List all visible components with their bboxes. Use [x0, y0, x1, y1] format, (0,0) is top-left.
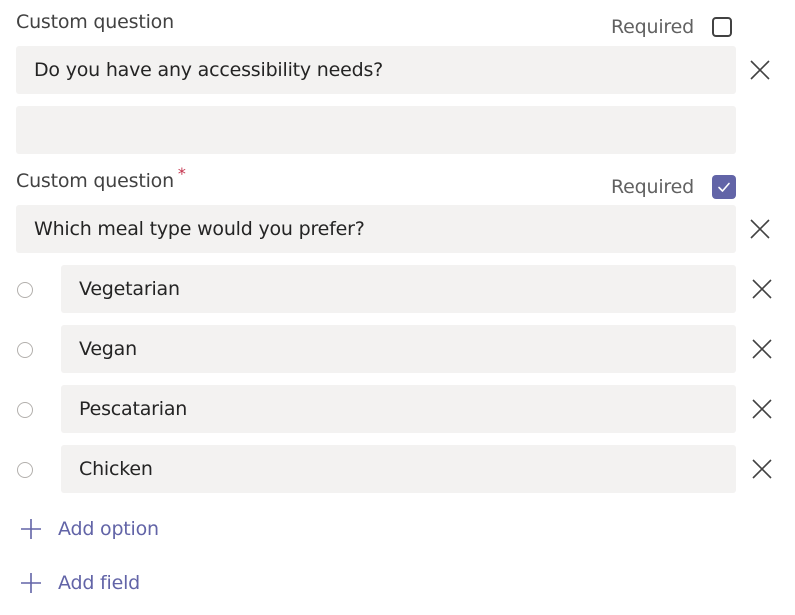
option-2-input[interactable]: Vegan	[61, 325, 736, 373]
remove-option-4-button[interactable]	[750, 457, 774, 481]
remove-option-3-button[interactable]	[750, 397, 774, 421]
remove-question-2-button[interactable]	[748, 217, 772, 241]
question-1-answer-input[interactable]	[16, 106, 736, 154]
option-3-radio[interactable]	[17, 402, 33, 418]
option-1-radio[interactable]	[17, 282, 33, 298]
option-2-radio[interactable]	[17, 342, 33, 358]
option-3-input[interactable]: Pescatarian	[61, 385, 736, 433]
option-4-value: Chicken	[79, 458, 153, 480]
close-icon	[752, 339, 772, 359]
add-option-button[interactable]: Add option	[0, 518, 159, 540]
add-option-label: Add option	[58, 518, 159, 540]
add-field-label: Add field	[58, 572, 141, 594]
close-icon	[750, 219, 770, 239]
option-2-value: Vegan	[79, 338, 137, 360]
option-3-value: Pescatarian	[79, 398, 188, 420]
question-2-required-toggle[interactable]: Required	[611, 175, 736, 199]
option-1-input[interactable]: Vegetarian	[61, 265, 736, 313]
plus-icon	[21, 519, 41, 539]
close-icon	[750, 60, 770, 80]
option-4-radio[interactable]	[17, 462, 33, 478]
remove-question-1-button[interactable]	[748, 58, 772, 82]
question-2-label: Custom question *	[16, 164, 186, 192]
option-1-value: Vegetarian	[79, 278, 180, 300]
question-2-required-label: Required	[611, 176, 694, 198]
question-1-input-value: Do you have any accessibility needs?	[34, 59, 384, 81]
plus-icon	[21, 573, 41, 593]
remove-option-2-button[interactable]	[750, 337, 774, 361]
close-icon	[752, 279, 772, 299]
question-1-required-checkbox[interactable]	[711, 17, 732, 37]
question-1-label: Custom question	[16, 11, 174, 33]
checkmark-icon	[718, 182, 730, 192]
question-2-label-text: Custom question	[16, 170, 174, 192]
question-1-input[interactable]: Do you have any accessibility needs?	[16, 46, 736, 94]
question-1-label-text: Custom question	[16, 11, 174, 33]
option-4-input[interactable]: Chicken	[61, 445, 736, 493]
close-icon	[752, 459, 772, 479]
remove-option-1-button[interactable]	[750, 277, 774, 301]
question-2-required-checkbox[interactable]	[711, 175, 736, 199]
add-field-button[interactable]: Add field	[0, 572, 140, 594]
question-1-required-toggle[interactable]: Required	[611, 16, 732, 38]
question-1-required-label: Required	[611, 16, 694, 38]
close-icon	[752, 399, 772, 419]
required-asterisk: *	[177, 164, 186, 183]
question-2-input[interactable]: Which meal type would you prefer?	[16, 205, 736, 253]
question-2-input-value: Which meal type would you prefer?	[34, 218, 365, 240]
